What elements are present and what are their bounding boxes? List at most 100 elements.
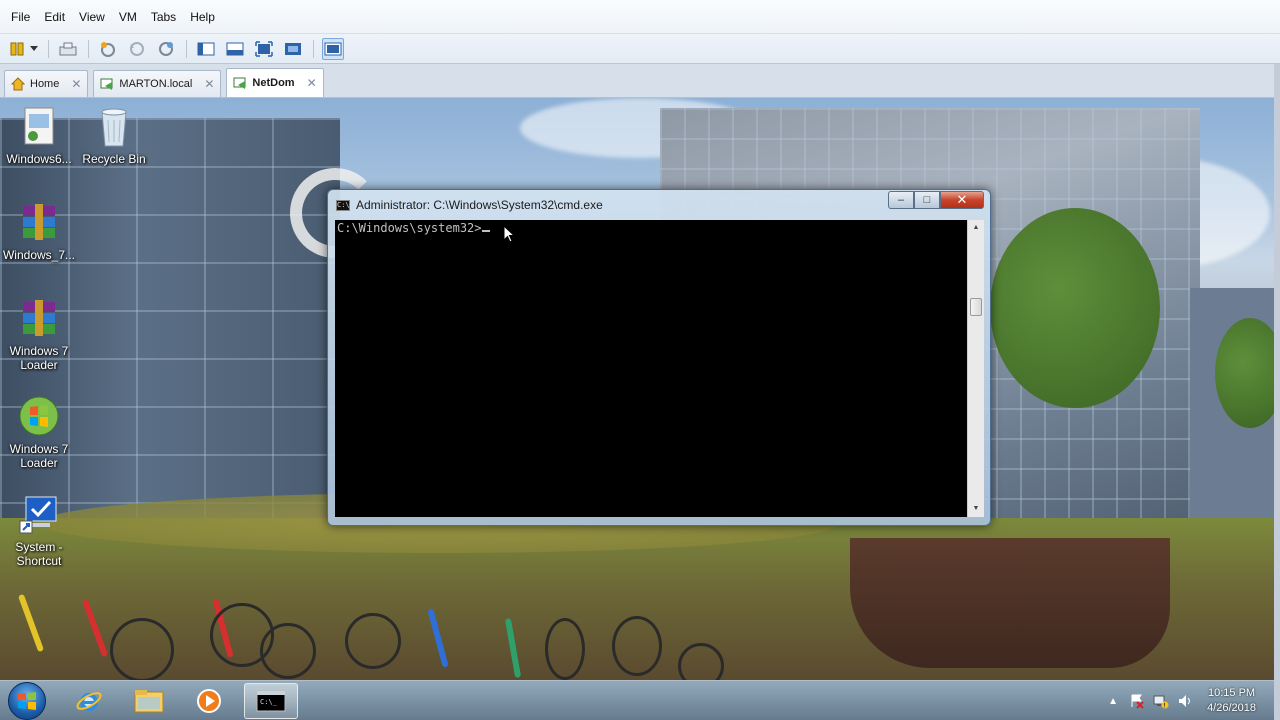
cmd-title-text: Administrator: C:\Windows\System32\cmd.e… (356, 198, 603, 212)
menu-view[interactable]: View (74, 8, 110, 26)
toolbar-separator (48, 39, 49, 58)
svg-text:!: ! (1164, 703, 1166, 710)
menu-edit[interactable]: Edit (39, 8, 70, 26)
clock-date: 4/26/2018 (1207, 702, 1256, 714)
toolbar (0, 34, 1280, 64)
pause-icon[interactable] (6, 38, 28, 60)
tab-home[interactable]: Home ✕ (4, 70, 89, 97)
windows-logo-icon (18, 692, 36, 710)
close-icon[interactable]: ✕ (71, 77, 81, 91)
maximize-button[interactable]: □ (914, 191, 940, 209)
desktop-icon-system-shortcut[interactable]: System - Shortcut (1, 492, 77, 568)
taskbar-internet-explorer[interactable] (62, 683, 116, 719)
taskbar-media-player[interactable] (182, 683, 236, 719)
desktop-icon-label: Windows6... (6, 152, 72, 166)
network-icon[interactable]: ! (1153, 693, 1169, 709)
desktop-icon-windows6[interactable]: Windows6... (1, 104, 77, 166)
vm-window-edge (1274, 64, 1280, 720)
scroll-up-icon[interactable]: ▲ (968, 220, 984, 236)
desktop-icon-label: System - Shortcut (15, 540, 63, 568)
winrar-archive-icon (17, 296, 61, 340)
snapshot-manager-icon[interactable] (155, 38, 177, 60)
taskbar-clock[interactable]: 10:15 PM 4/26/2018 (1207, 686, 1256, 716)
tab-label: NetDom (252, 77, 295, 89)
winrar-archive-icon (17, 200, 61, 244)
full-screen-icon[interactable] (253, 38, 275, 60)
vm-icon (100, 77, 114, 91)
desktop-icon-windows7-archive[interactable]: Windows_7... (1, 200, 77, 262)
start-button[interactable] (8, 682, 46, 720)
file-explorer-icon (134, 690, 164, 713)
toolbar-separator (313, 39, 314, 58)
console-view-icon[interactable] (322, 37, 344, 60)
cmd-icon: C:\_ (256, 690, 286, 712)
unity-icon[interactable] (282, 38, 304, 60)
revert-snapshot-icon[interactable] (126, 38, 148, 60)
menu-tabs[interactable]: Tabs (146, 8, 181, 26)
close-icon[interactable]: ✕ (307, 76, 317, 90)
tab-label: MARTON.local (119, 78, 193, 90)
close-icon[interactable]: ✕ (204, 77, 214, 91)
volume-icon[interactable] (1177, 693, 1193, 709)
menu-bar: File Edit View VM Tabs Help (0, 0, 1280, 34)
wallpaper-tree (990, 208, 1160, 408)
desktop-icon-label: Windows 7 Loader (9, 344, 69, 372)
cmd-console[interactable]: C:\Windows\system32> (335, 220, 967, 517)
menu-file[interactable]: File (6, 8, 35, 26)
installer-icon (17, 104, 61, 148)
vm-icon (233, 76, 247, 90)
desktop-icon-windows7-loader-archive[interactable]: Windows 7 Loader (1, 296, 77, 372)
windows-logo-icon (17, 394, 61, 438)
snapshot-icon[interactable] (97, 38, 119, 60)
wallpaper-bike-wheel (545, 618, 585, 680)
tab-bar: Home ✕ MARTON.local ✕ NetDom ✕ (0, 64, 1280, 98)
guest-desktop[interactable]: Windows6... Recycle Bin Windows_7... Win… (0, 98, 1274, 680)
cmd-icon: C:\ (336, 199, 350, 211)
wallpaper-bike-wheel (110, 618, 174, 680)
text-cursor (481, 230, 490, 232)
media-player-icon (197, 689, 221, 713)
taskbar-cmd[interactable]: C:\_ (244, 683, 298, 719)
show-library-icon[interactable] (195, 38, 217, 60)
wallpaper-planter (850, 538, 1170, 668)
dropdown-arrow-icon[interactable] (29, 38, 39, 60)
home-icon (11, 77, 25, 91)
system-tray: ▲ ! 10:15 PM 4/26/2018 (1105, 681, 1266, 720)
mouse-pointer-icon (503, 225, 515, 243)
cmd-prompt-line: C:\Windows\system32> (337, 221, 490, 235)
window-controls: – □ ✕ (888, 191, 984, 209)
toolbar-separator (88, 39, 89, 58)
desktop-icon-label: Windows_7... (2, 248, 76, 262)
desktop-icon-label: Recycle Bin (82, 152, 146, 166)
tab-marton-local[interactable]: MARTON.local ✕ (93, 70, 222, 97)
wallpaper-bike-wheel (260, 623, 316, 679)
action-center-icon[interactable] (1129, 693, 1145, 709)
tab-label: Home (30, 78, 60, 90)
close-button[interactable]: ✕ (940, 191, 984, 209)
clock-time: 10:15 PM (1207, 687, 1256, 699)
show-hidden-icons-icon[interactable]: ▲ (1105, 693, 1121, 709)
system-shortcut-icon (17, 492, 61, 536)
desktop-icon-windows7-loader[interactable]: Windows 7 Loader (1, 394, 77, 470)
scrollbar-thumb[interactable] (970, 298, 982, 316)
cmd-title-bar[interactable]: C:\ Administrator: C:\Windows\System32\c… (336, 196, 603, 214)
send-keys-icon[interactable] (57, 38, 79, 60)
internet-explorer-icon (76, 692, 102, 711)
scroll-down-icon[interactable]: ▼ (968, 501, 984, 517)
thumbnail-bar-icon[interactable] (224, 38, 246, 60)
desktop-icon-label: Windows 7 Loader (9, 442, 69, 470)
tab-netdom[interactable]: NetDom ✕ (226, 68, 324, 97)
taskbar: C:\_ ▲ ! 10:15 PM 4/26/2018 (0, 680, 1274, 720)
vertical-scrollbar[interactable]: ▲ ▼ (967, 220, 984, 517)
wallpaper-bike-wheel (612, 616, 662, 676)
minimize-button[interactable]: – (888, 191, 914, 209)
desktop-icon-recycle-bin[interactable]: Recycle Bin (76, 104, 152, 166)
svg-text:C:\_: C:\_ (260, 698, 278, 706)
cmd-window[interactable]: C:\ Administrator: C:\Windows\System32\c… (327, 189, 991, 526)
menu-vm[interactable]: VM (114, 8, 142, 26)
taskbar-file-explorer[interactable] (122, 683, 176, 719)
toolbar-separator (186, 39, 187, 58)
wallpaper-bike-wheel (345, 613, 401, 669)
recycle-bin-icon (92, 104, 136, 148)
menu-help[interactable]: Help (185, 8, 220, 26)
